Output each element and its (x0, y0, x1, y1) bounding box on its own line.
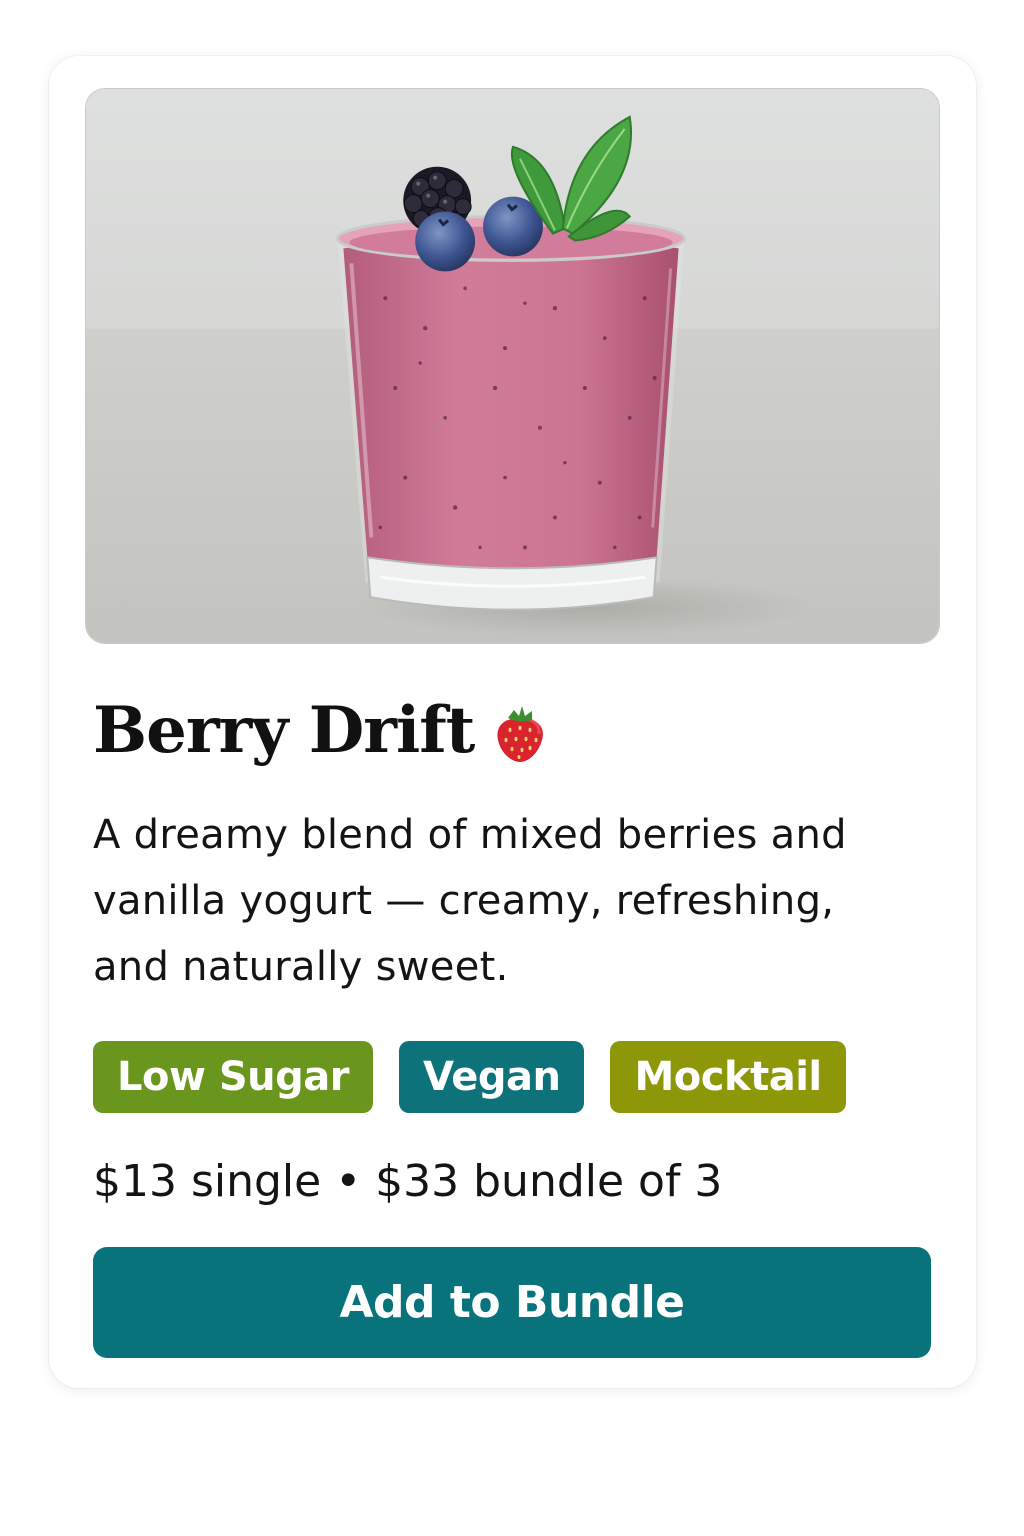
title-row: Berry Drift (93, 686, 548, 776)
add-to-bundle-button[interactable]: Add to Bundle (93, 1247, 931, 1358)
tag-mocktail: Mocktail (610, 1041, 846, 1113)
smoothie-glass-illustration (86, 89, 939, 643)
product-image (85, 88, 940, 644)
tag-low-sugar: Low Sugar (93, 1041, 373, 1113)
product-description: A dreamy blend of mixed berries and vani… (93, 812, 847, 990)
product-title: Berry Drift (93, 693, 475, 768)
price-text: $13 single • $33 bundle of 3 (93, 1156, 723, 1207)
tag-vegan: Vegan (398, 1041, 585, 1113)
tag-list: Low Sugar Vegan Mocktail (93, 1041, 846, 1113)
product-card: Berry Drift A dreamy blend of mixed berr… (49, 56, 976, 1388)
strawberry-icon (497, 706, 544, 762)
